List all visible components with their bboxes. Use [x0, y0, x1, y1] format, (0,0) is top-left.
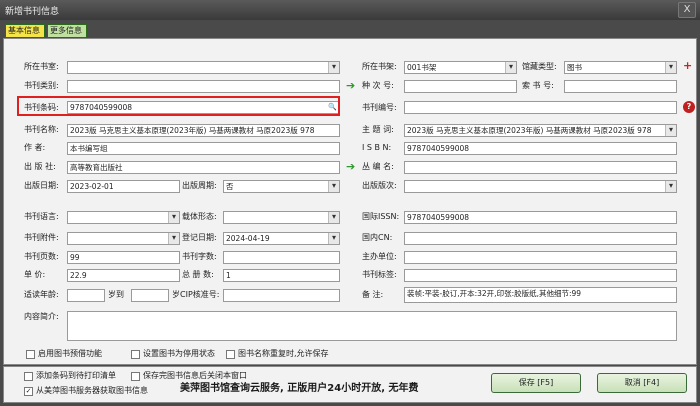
issn-field[interactable]: 9787040599008	[404, 211, 677, 224]
summary-label: 内容简介:	[24, 312, 59, 321]
bottom-panel: 添加条码到待打印清单 保存完图书信息后关闭本窗口 ✓ 从美萍图书服务器获取图书信…	[3, 366, 697, 403]
form-panel: 所在书室: ▾ 所在书架: 001书架 ▾ 馆藏类型: 图书 ▾ + 书刊类别: ➔…	[3, 38, 697, 365]
reg-date-value: 2024-04-19	[226, 234, 270, 243]
dup-checkbox[interactable]	[226, 350, 235, 359]
close-button[interactable]: X	[678, 2, 696, 18]
fetch-label: 从美萍图书服务器获取图书信息	[36, 386, 148, 395]
attachment-select[interactable]: ▾	[67, 232, 180, 245]
author-label: 作 者:	[24, 143, 46, 152]
prebook-label: 启用图书预借功能	[38, 349, 102, 358]
age-to-label: 岁到	[108, 290, 124, 299]
arrow-icon[interactable]: ➔	[346, 161, 358, 172]
responsible-field[interactable]	[404, 251, 677, 264]
attachment-label: 书刊附件:	[24, 233, 59, 242]
prebook-checkbox[interactable]	[26, 350, 35, 359]
pub-date-field[interactable]: 2023-02-01	[67, 180, 180, 193]
cn-field[interactable]	[404, 232, 677, 245]
shelf-label: 所在书架:	[362, 62, 397, 71]
price-label: 单 价:	[24, 270, 46, 279]
cancel-button[interactable]: 取消 [F4]	[597, 373, 687, 393]
subject-value: 2023版 马克思主义基本原理(2023年版) 马基两课教材 马原2023版 9…	[407, 126, 652, 135]
pub-date-label: 出版日期:	[24, 181, 59, 190]
series-label: 丛 编 名:	[362, 162, 394, 171]
location-label: 所在书室:	[24, 62, 59, 71]
tags-field[interactable]	[404, 269, 677, 282]
cn-label: 国内CN:	[362, 233, 393, 242]
barcode-highlight-box	[17, 96, 340, 116]
fetch-checkbox[interactable]: ✓	[24, 387, 33, 396]
seq-no-field[interactable]	[404, 80, 517, 93]
tags-label: 书刊标签:	[362, 270, 397, 279]
location-select[interactable]: ▾	[67, 61, 340, 74]
name-label: 书刊名称:	[24, 125, 59, 134]
name-field[interactable]: 2023版 马克思主义基本原理(2023年版) 马基两课教材 马原2023版 9…	[67, 124, 340, 137]
print-label: 添加条码到待打印清单	[36, 371, 116, 380]
shelf-select[interactable]: 001书架 ▾	[404, 61, 517, 74]
call-no-label: 索 书 号:	[522, 81, 554, 90]
close-after-label: 保存完图书信息后关闭本窗口	[143, 371, 247, 380]
banner-text: 美萍图书馆查询云服务, 正版用户24小时开放, 无年费	[180, 383, 419, 394]
edition-label: 出版版次:	[362, 181, 397, 190]
cip-field[interactable]	[223, 289, 340, 302]
cip-label: 岁CIP核准号:	[172, 290, 220, 299]
reg-date-label: 登记日期:	[182, 233, 217, 242]
book-no-label: 书刊编号:	[362, 103, 397, 112]
volumes-field[interactable]: 1	[223, 269, 340, 282]
period-value: 否	[226, 182, 234, 191]
responsible-label: 主办单位:	[362, 252, 397, 261]
category-label: 书刊类别:	[24, 81, 59, 90]
title-bar: 新增书刊信息 X	[0, 0, 700, 20]
book-no-field[interactable]	[404, 101, 677, 114]
arrow-icon[interactable]: ➔	[346, 80, 358, 91]
publisher-field[interactable]: 高等教育出版社	[67, 161, 340, 174]
series-field[interactable]	[404, 161, 677, 174]
carrier-label: 载体形态:	[182, 212, 217, 221]
save-button[interactable]: 保存 [F5]	[491, 373, 581, 393]
collection-type-label: 馆藏类型:	[522, 62, 557, 71]
issn-label: 国际ISSN:	[362, 212, 400, 221]
age-label: 适读年龄:	[24, 290, 59, 299]
language-label: 书刊语言:	[24, 212, 59, 221]
add-icon[interactable]: +	[683, 60, 692, 72]
publisher-label: 出 版 社:	[24, 162, 56, 171]
isbn-field[interactable]: 9787040599008	[404, 142, 677, 155]
period-label: 出版周期:	[182, 181, 217, 190]
category-field[interactable]	[67, 80, 340, 93]
disable-label: 设置图书为停用状态	[143, 349, 215, 358]
period-select[interactable]: 否 ▾	[223, 180, 340, 193]
age-from-field[interactable]	[67, 289, 105, 302]
words-label: 书刊字数:	[182, 252, 217, 261]
price-field[interactable]: 22.9	[67, 269, 180, 282]
pages-label: 书刊页数:	[24, 252, 59, 261]
print-checkbox[interactable]	[24, 372, 33, 381]
edition-select[interactable]: ▾	[404, 180, 677, 193]
note-label: 备 注:	[362, 290, 384, 299]
reg-date-select[interactable]: 2024-04-19 ▾	[223, 232, 340, 245]
subject-select[interactable]: 2023版 马克思主义基本原理(2023年版) 马基两课教材 马原2023版 9…	[404, 124, 677, 137]
dialog-window: 新增书刊信息 X 基本信息 更多信息 所在书室: ▾ 所在书架: 001书架 ▾ …	[0, 0, 700, 406]
subject-label: 主 题 词:	[362, 125, 394, 134]
collection-type-select[interactable]: 图书 ▾	[564, 61, 677, 74]
help-icon[interactable]: ?	[683, 101, 695, 113]
disable-checkbox[interactable]	[131, 350, 140, 359]
seq-no-label: 种 次 号:	[362, 81, 394, 90]
isbn-label: I S B N:	[362, 143, 392, 152]
call-no-field[interactable]	[564, 80, 677, 93]
pages-field[interactable]: 99	[67, 251, 180, 264]
language-select[interactable]: ▾	[67, 211, 180, 224]
dup-label: 图书名称重复时,允许保存	[238, 349, 329, 358]
close-after-checkbox[interactable]	[131, 372, 140, 381]
carrier-select[interactable]: ▾	[223, 211, 340, 224]
collection-type-value: 图书	[567, 63, 582, 72]
shelf-value: 001书架	[407, 63, 437, 72]
window-title: 新增书刊信息	[5, 7, 60, 17]
age-to-field[interactable]	[131, 289, 169, 302]
words-field[interactable]	[223, 251, 340, 264]
tab-basic-info[interactable]: 基本信息	[5, 24, 45, 38]
tab-more-info[interactable]: 更多信息	[47, 24, 87, 38]
author-field[interactable]: 本书编写组	[67, 142, 340, 155]
note-field[interactable]: 装帧:平装-胶订,开本:32开,印张:胶版纸,其他细节:99	[404, 287, 677, 303]
volumes-label: 总 册 数:	[182, 270, 214, 279]
summary-textarea[interactable]	[67, 311, 677, 341]
